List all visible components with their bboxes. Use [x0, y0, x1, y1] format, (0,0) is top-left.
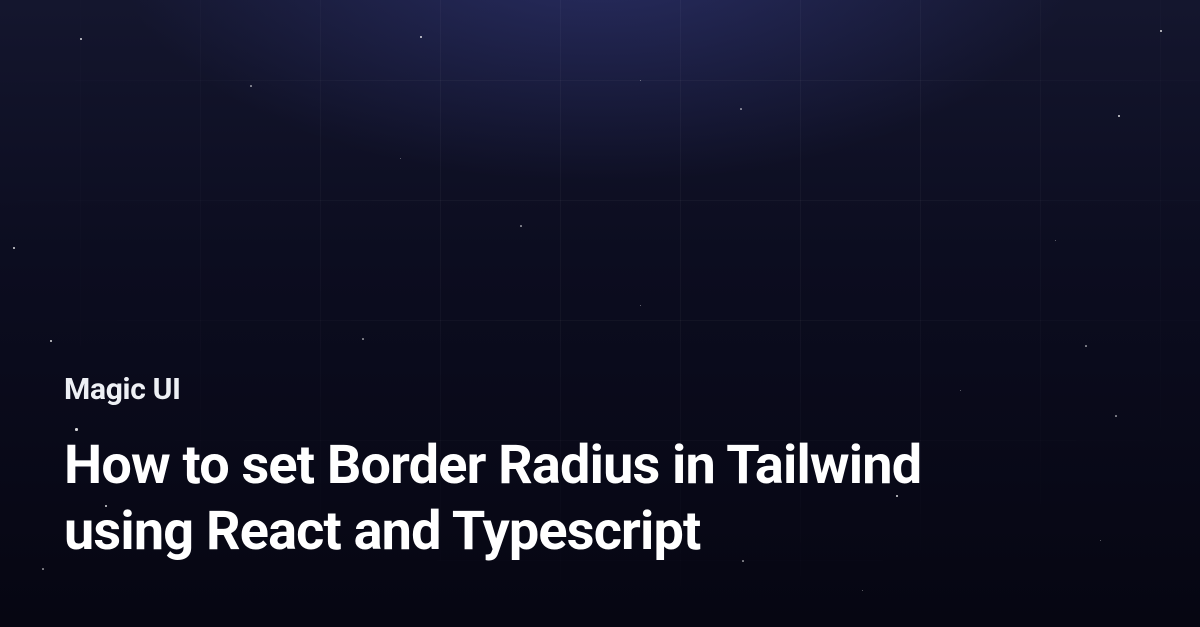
brand-label: Magic UI — [64, 372, 964, 407]
page-title: How to set Border Radius in Tailwind usi… — [64, 433, 964, 565]
hero-content: Magic UI How to set Border Radius in Tai… — [64, 372, 964, 565]
